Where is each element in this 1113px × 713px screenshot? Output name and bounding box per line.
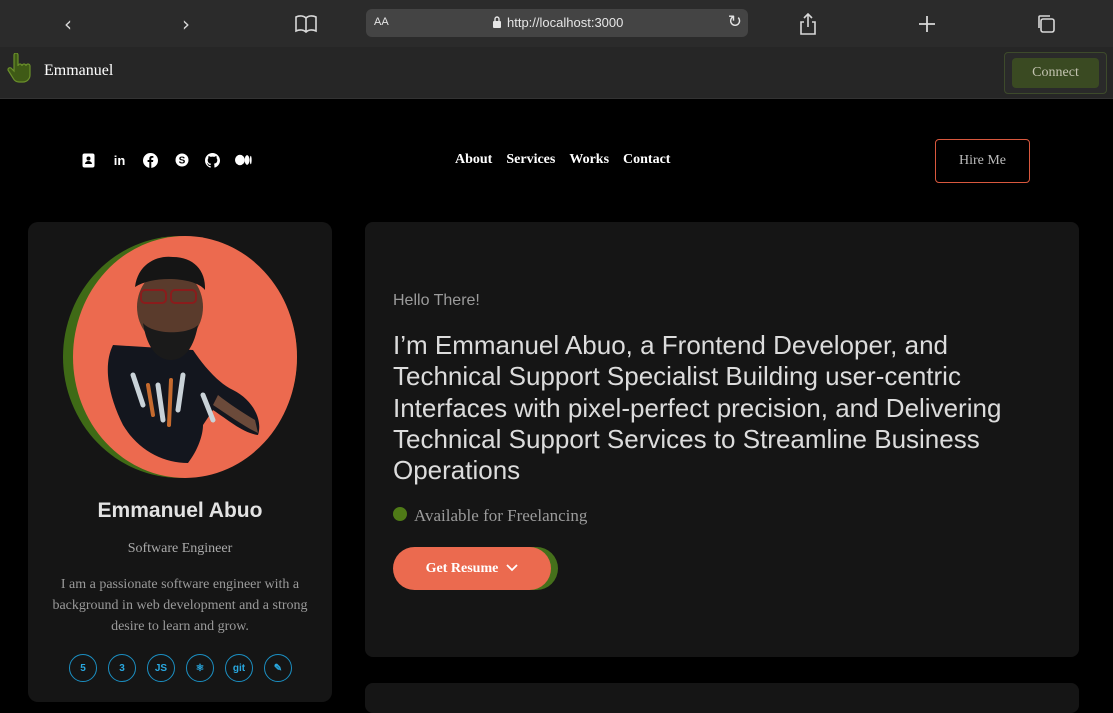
linkedin-icon[interactable]: in xyxy=(111,152,128,169)
connect-container: Connect xyxy=(1004,52,1107,94)
back-icon[interactable]: ‹ xyxy=(55,11,81,37)
headline: I’m Emmanuel Abuo, a Frontend Developer,… xyxy=(393,330,1002,486)
html5-icon: 5 xyxy=(69,654,97,682)
next-section-card xyxy=(365,683,1079,713)
profile-role: Software Engineer xyxy=(127,541,233,556)
evernote-icon: ✎ xyxy=(264,654,292,682)
status-dot-icon xyxy=(393,507,407,521)
lock-icon xyxy=(492,15,502,29)
github-icon[interactable] xyxy=(204,152,221,169)
connect-button[interactable]: Connect xyxy=(1012,58,1099,88)
profile-bio: I am a passionate software engineer with… xyxy=(52,577,308,634)
contact-card-icon[interactable] xyxy=(80,152,97,169)
svg-text:S: S xyxy=(178,156,185,167)
get-resume-button[interactable]: Get Resume xyxy=(393,547,551,590)
avatar xyxy=(63,235,299,479)
facebook-icon[interactable] xyxy=(142,152,159,169)
javascript-icon: JS xyxy=(147,654,175,682)
nav-services[interactable]: Services xyxy=(506,152,555,168)
profile-card: Emmanuel Abuo Software Engineer I am a p… xyxy=(28,222,332,702)
reload-icon[interactable]: ↻ xyxy=(728,12,742,32)
availability-status: Available for Freelancing xyxy=(393,506,587,526)
browser-toolbar: ‹ › AA http://localhost:3000 ↻ xyxy=(0,0,1113,47)
greeting: Hello There! xyxy=(393,292,480,309)
text-size-button[interactable]: AA xyxy=(374,16,389,28)
pointing-hand-icon xyxy=(5,52,33,83)
git-icon: git xyxy=(225,654,253,682)
social-links: in S xyxy=(80,150,252,170)
url-text: http://localhost:3000 xyxy=(507,15,624,30)
react-icon: ⚛ xyxy=(186,654,214,682)
nav-about[interactable]: About xyxy=(455,152,492,168)
tabs-icon[interactable] xyxy=(1033,11,1059,37)
hero-card: Hello There! I’m Emmanuel Abuo, a Fronte… xyxy=(365,222,1079,657)
chevron-down-icon xyxy=(506,561,518,577)
skype-icon[interactable]: S xyxy=(173,152,190,169)
nav-contact[interactable]: Contact xyxy=(623,152,670,168)
hire-me-button[interactable]: Hire Me xyxy=(935,139,1030,183)
availability-label: Available for Freelancing xyxy=(414,506,588,525)
get-resume-label: Get Resume xyxy=(425,560,499,576)
extension-user-name: Emmanuel xyxy=(44,62,114,79)
css3-icon: 3 xyxy=(108,654,136,682)
forward-icon[interactable]: › xyxy=(173,11,199,37)
share-icon[interactable] xyxy=(795,11,821,37)
tech-stack: 5 3 JS ⚛ git ✎ xyxy=(69,654,292,682)
profile-name: Emmanuel Abuo xyxy=(97,499,263,522)
wallet-extension-bar: Emmanuel Connect xyxy=(0,47,1113,99)
address-bar[interactable]: AA http://localhost:3000 ↻ xyxy=(366,9,748,37)
reader-book-icon[interactable] xyxy=(293,11,319,37)
nav-works[interactable]: Works xyxy=(569,152,609,168)
main-nav: About Services Works Contact xyxy=(455,152,670,168)
new-tab-icon[interactable] xyxy=(914,11,940,37)
medium-icon[interactable] xyxy=(235,152,252,169)
